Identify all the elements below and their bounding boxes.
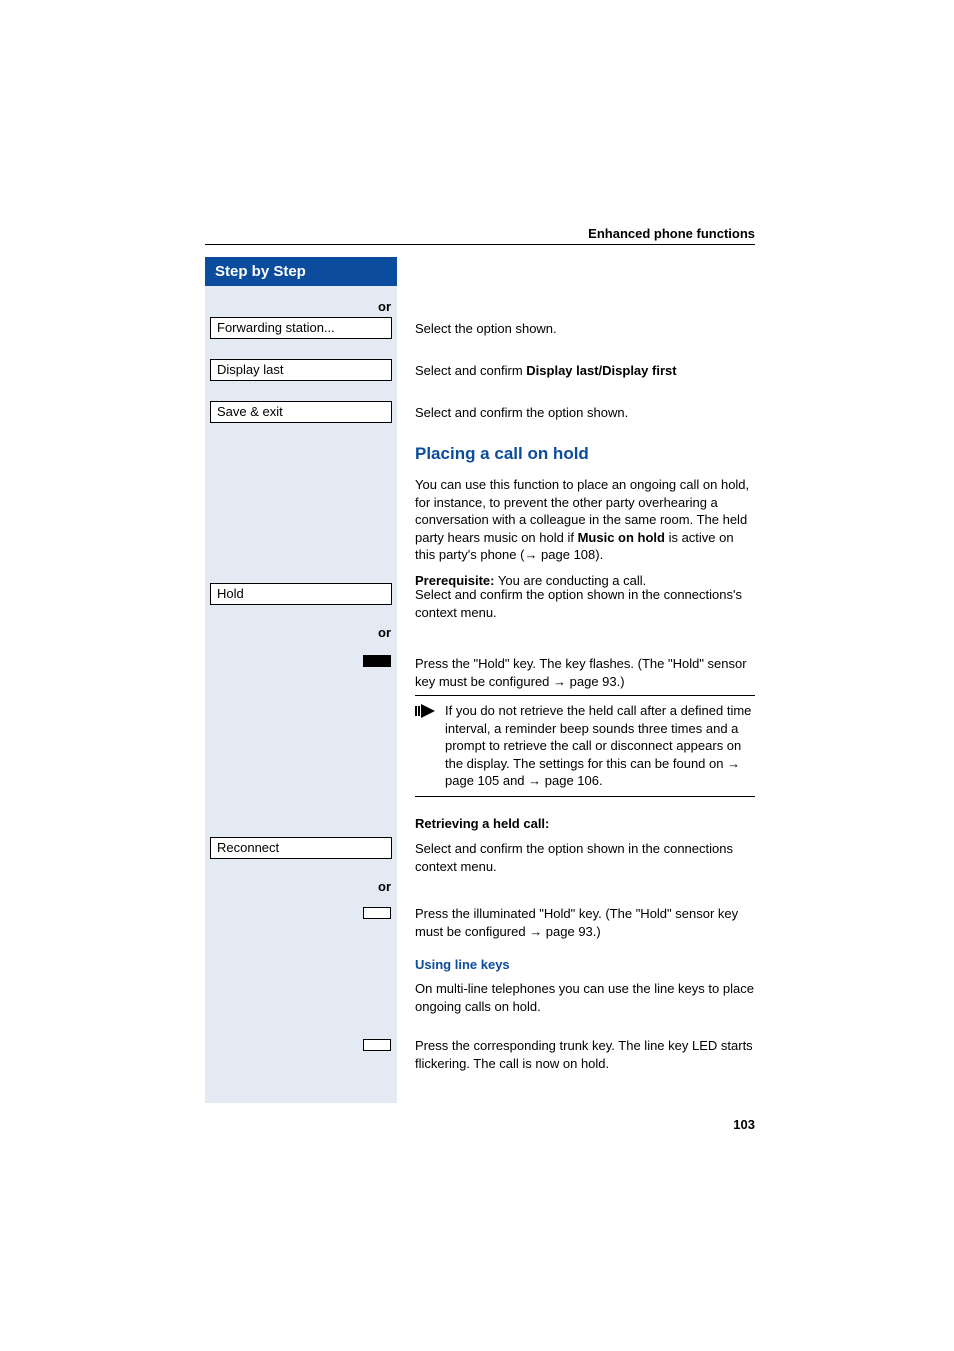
display-display-last: Display last — [210, 359, 392, 381]
section-placing-call-hold: Placing a call on hold You can use this … — [415, 444, 755, 589]
para-line-keys: On multi-line telephones you can use the… — [415, 980, 755, 1015]
or-label: or — [378, 299, 391, 314]
note-icon — [415, 702, 437, 790]
step-sidebar: Step by Step or Forwarding station... Di… — [205, 257, 397, 1103]
header-section: Enhanced phone functions — [588, 226, 755, 241]
trunk-key-outline-icon — [363, 1039, 391, 1051]
page-number: 103 — [733, 1117, 755, 1132]
or-label: or — [378, 625, 391, 640]
header-rule — [205, 244, 755, 245]
hold-key-solid-icon — [363, 655, 391, 667]
para-hold-description: You can use this function to place an on… — [415, 476, 755, 564]
instruction-save-exit: Select and confirm the option shown. — [415, 404, 628, 422]
instruction-trunk-key: Press the corresponding trunk key. The l… — [415, 1037, 755, 1072]
display-reconnect: Reconnect — [210, 837, 392, 859]
heading-placing-call-on-hold: Placing a call on hold — [415, 444, 755, 464]
page: Enhanced phone functions Step by Step or… — [0, 0, 954, 1351]
instruction-press-hold-key: Press the "Hold" key. The key flashes. (… — [415, 655, 755, 690]
display-save-exit: Save & exit — [210, 401, 392, 423]
instruction-select-option: Select the option shown. — [415, 320, 557, 338]
note-text: If you do not retrieve the held call aft… — [445, 702, 755, 790]
note-block: If you do not retrieve the held call aft… — [415, 695, 755, 797]
heading-retrieving-held-call: Retrieving a held call: — [415, 815, 549, 833]
section-using-line-keys: Using line keys On multi-line telephones… — [415, 957, 755, 1015]
instruction-press-illuminated-hold: Press the illuminated "Hold" key. (The "… — [415, 905, 755, 940]
or-label: or — [378, 879, 391, 894]
display-forwarding-station: Forwarding station... — [210, 317, 392, 339]
display-hold: Hold — [210, 583, 392, 605]
instruction-reconnect: Select and confirm the option shown in t… — [415, 840, 755, 875]
heading-using-line-keys: Using line keys — [415, 957, 755, 972]
instruction-display-last: Select and confirm Display last/Display … — [415, 362, 677, 380]
sidebar-title: Step by Step — [205, 257, 397, 286]
hold-key-outline-icon — [363, 907, 391, 919]
instruction-hold-context: Select and confirm the option shown in t… — [415, 586, 755, 621]
